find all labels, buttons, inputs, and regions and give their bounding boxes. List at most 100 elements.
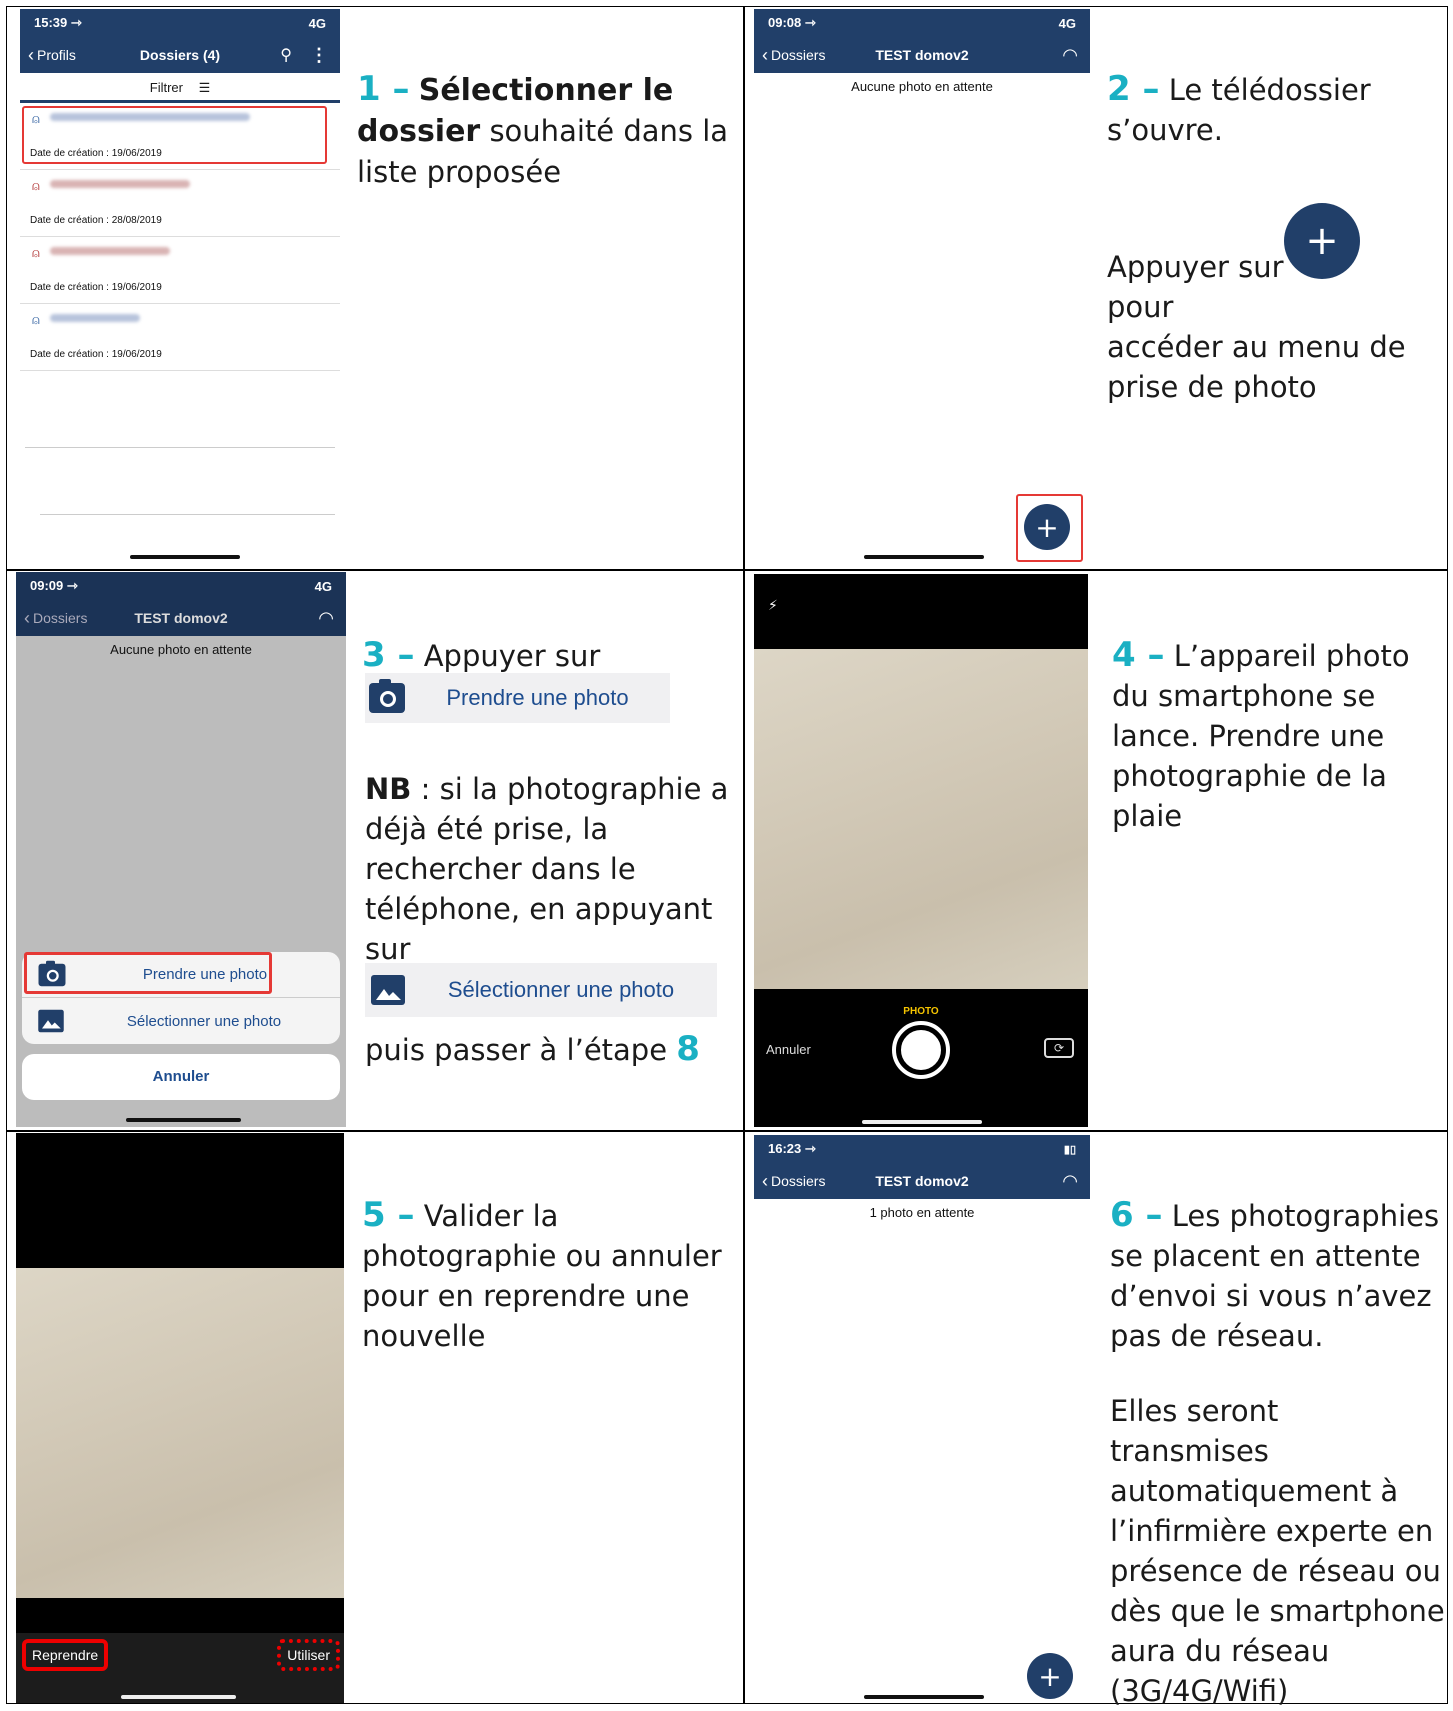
- nb-label: NB: [365, 772, 412, 806]
- nav-bar: ‹ Dossiers TEST domov2 ◠: [754, 37, 1090, 73]
- image-icon: [38, 1009, 64, 1033]
- step-number: 5 –: [362, 1195, 415, 1235]
- flash-icon[interactable]: ⚡: [768, 598, 778, 614]
- status-time: 09:08 ⇾: [768, 15, 816, 30]
- divider: [25, 447, 335, 448]
- pending-status: 1 photo en attente: [869, 1205, 975, 1220]
- row-divider: [7, 1130, 1447, 1132]
- step-5-text: 5 – Valider la photographie ou annuler p…: [362, 1195, 742, 1356]
- nav-title: TEST domov2: [875, 1173, 969, 1189]
- select-photo-option[interactable]: Sélectionner une photo: [22, 998, 340, 1044]
- screenshot-photo-review: Reprendre Utiliser: [16, 1133, 344, 1703]
- dossier-list: ⍝ Date de création : 19/06/2019 ⍝ Date d…: [20, 103, 340, 371]
- then-text: puis passer à l’étape: [365, 1033, 677, 1067]
- add-button[interactable]: +: [1027, 1653, 1073, 1699]
- status-time: 09:09 ⇾: [30, 578, 78, 593]
- status-time: 16:23 ⇾: [768, 1141, 816, 1156]
- filter-label: Filtrer: [149, 80, 183, 95]
- step-6-text: 6 – Les photographies se placent en atte…: [1110, 1195, 1445, 1356]
- step-text1: Appuyer sur: [414, 639, 601, 673]
- home-indicator: [864, 555, 984, 559]
- step-4-text: 4 – L’appareil photo du smartphone se la…: [1112, 635, 1442, 836]
- list-item[interactable]: ⍝ Date de création : 19/06/2019: [20, 304, 340, 371]
- camera-mode: PHOTO: [903, 1006, 939, 1017]
- step-number: 6 –: [1110, 1195, 1163, 1235]
- plus-icon: +: [1038, 1659, 1062, 1693]
- pending-status: Aucune photo en attente: [110, 642, 252, 657]
- person-icon: ⍝: [32, 312, 40, 327]
- step-2-text: 2 – Le télédossier s’ouvre.: [1107, 69, 1437, 150]
- shutter-button[interactable]: [892, 1021, 950, 1079]
- highlight-box: [24, 952, 272, 994]
- step-line3: accéder au menu de prise de photo: [1107, 330, 1406, 404]
- nb-text: : si la photographie a déjà été prise, l…: [365, 772, 729, 966]
- step-ref: 8: [676, 1029, 700, 1069]
- patient-name-redacted: [50, 314, 140, 322]
- use-photo-button[interactable]: Utiliser: [277, 1639, 340, 1671]
- nav-bar: ‹ Dossiers TEST domov2 ◠: [16, 600, 346, 636]
- nav-title: TEST domov2: [134, 610, 228, 626]
- highlight-box: [1016, 494, 1083, 562]
- home-indicator: [126, 1118, 241, 1122]
- wifi-off-icon: ◠: [1062, 1170, 1078, 1191]
- step-3-then: puis passer à l’étape 8: [365, 1029, 740, 1070]
- wifi-icon: ◠: [1062, 44, 1078, 65]
- search-icon[interactable]: ⚲: [280, 45, 292, 65]
- step-number: 3 –: [362, 635, 415, 675]
- take-photo-example: Prendre une photo: [365, 673, 670, 723]
- pour-text: pour: [1107, 290, 1174, 324]
- status-signal: 4G: [308, 15, 326, 31]
- take-photo-example-label: Prendre une photo: [446, 685, 629, 710]
- plus-icon: +: [1305, 218, 1339, 264]
- person-icon: ⍝: [32, 178, 40, 193]
- home-indicator: [130, 555, 240, 559]
- more-vertical-icon[interactable]: ⋮: [310, 45, 328, 66]
- status-time: 15:39 ⇾: [34, 15, 82, 30]
- camera-preview: [754, 649, 1088, 989]
- screenshot-dossiers-list: 15:39 ⇾ 4G ‹ Profils Dossiers (4) ⚲ ⋮ Fi…: [20, 9, 340, 564]
- step-6-text2: Elles seront transmises automatiquement …: [1110, 1391, 1445, 1711]
- status-signal: 4G: [314, 578, 332, 594]
- select-photo-example: Sélectionner une photo: [365, 963, 717, 1017]
- home-indicator: [862, 1120, 982, 1124]
- step-2-instruction: Appuyer sur pour accéder au menu de pris…: [1107, 247, 1442, 407]
- list-item[interactable]: ⍝ Date de création : 19/06/2019: [20, 237, 340, 304]
- highlight-box: [22, 106, 327, 164]
- nav-title: TEST domov2: [875, 47, 969, 63]
- step-number: 4 –: [1112, 635, 1165, 675]
- home-indicator: [121, 1695, 236, 1699]
- switch-camera-icon[interactable]: ⟳: [1044, 1038, 1074, 1058]
- status-signal: 4G: [1058, 15, 1076, 31]
- instruction-table: 15:39 ⇾ 4G ‹ Profils Dossiers (4) ⚲ ⋮ Fi…: [6, 6, 1448, 1708]
- cancel-button[interactable]: Annuler: [22, 1054, 340, 1100]
- step-1-text: 1 – Sélectionner le dossier souhaité dan…: [357, 69, 742, 192]
- screenshot-teledossier: 09:08 ⇾ 4G ‹ Dossiers TEST domov2 ◠ Aucu…: [754, 9, 1090, 564]
- screenshot-pending: 16:23 ⇾ ▮▯ ‹ Dossiers TEST domov2 ◠ 1 ph…: [754, 1135, 1090, 1701]
- step-text: Valider la photographie ou annuler pour …: [362, 1199, 722, 1353]
- retake-button[interactable]: Reprendre: [22, 1639, 109, 1671]
- divider: [40, 514, 335, 515]
- photo-preview: [16, 1268, 344, 1598]
- screenshot-camera: ⚡ PHOTO Annuler ⟳: [754, 574, 1088, 1127]
- select-photo-example-label: Sélectionner une photo: [447, 977, 675, 1002]
- battery-icon: ▮▯: [1063, 1143, 1076, 1156]
- appuyer-text: Appuyer sur: [1107, 250, 1284, 284]
- column-divider: [743, 7, 745, 1703]
- patient-name-redacted: [50, 180, 190, 188]
- step-number: 1 –: [357, 69, 410, 109]
- select-photo-label: Sélectionner une photo: [126, 1012, 282, 1030]
- home-indicator: [864, 1695, 984, 1699]
- list-item[interactable]: ⍝ Date de création : 28/08/2019: [20, 170, 340, 237]
- step-3-nb: NB : si la photographie a déjà été prise…: [365, 769, 740, 969]
- plus-button-illustration: +: [1284, 203, 1360, 279]
- step-text2: Elles seront transmises automatiquement …: [1110, 1394, 1445, 1708]
- nav-bar: ‹ Dossiers TEST domov2 ◠: [754, 1163, 1090, 1199]
- camera-cancel-button[interactable]: Annuler: [766, 1042, 811, 1057]
- step-number: 2 –: [1107, 69, 1160, 109]
- nav-bar: ‹ Profils Dossiers (4) ⚲ ⋮: [20, 37, 340, 73]
- creation-date: Date de création : 28/08/2019: [30, 215, 162, 226]
- status-bar: 09:08 ⇾ 4G: [754, 9, 1090, 37]
- screenshot-photo-menu: 09:09 ⇾ 4G ‹ Dossiers TEST domov2 ◠ Aucu…: [16, 572, 346, 1127]
- filter-bar[interactable]: Filtrer ☰: [20, 73, 340, 103]
- status-bar: 16:23 ⇾ ▮▯: [754, 1135, 1090, 1163]
